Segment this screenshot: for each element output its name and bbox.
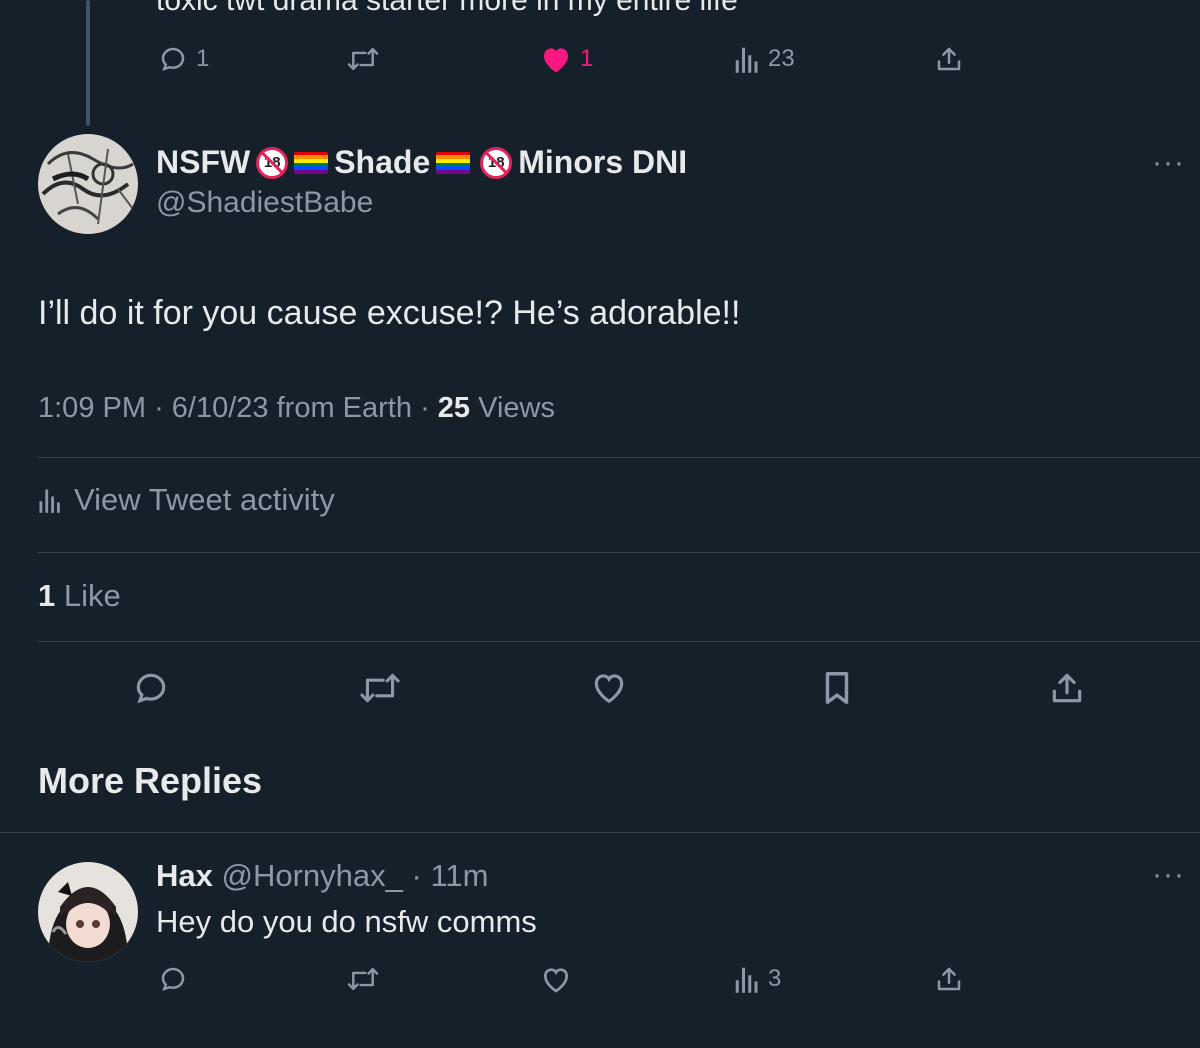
rainbow-flag-icon: [294, 151, 329, 174]
likes-label: Like: [63, 578, 121, 613]
divider: [38, 552, 1200, 553]
reply-text: Hey do you do nsfw comms: [156, 904, 537, 939]
view-tweet-activity-label: View Tweet activity: [74, 482, 335, 517]
more-icon[interactable]: ···: [1152, 858, 1185, 892]
author-handle[interactable]: @ShadiestBabe: [156, 186, 373, 220]
tweet-source: from Earth: [276, 392, 412, 424]
share-icon: [937, 967, 961, 991]
retweet-icon: [347, 48, 379, 70]
reply-separator: ·: [411, 858, 422, 893]
adult-content-icon: 18: [480, 146, 513, 179]
tweet-date[interactable]: 6/10/23: [172, 392, 269, 424]
bookmark-button[interactable]: [820, 669, 854, 707]
views-icon: [735, 967, 758, 993]
reply-views-button[interactable]: 3: [734, 964, 781, 994]
reply-reply-button[interactable]: [158, 964, 188, 994]
tweet-meta: 1:09 PM · 6/10/23 from Earth · 25 Views: [38, 392, 555, 425]
reply-icon: [136, 673, 166, 704]
previous-retweet-button[interactable]: [346, 44, 380, 74]
retweet-button[interactable]: [358, 669, 402, 707]
views-icon: [735, 47, 758, 73]
tweet-views-count: 25: [437, 392, 471, 424]
more-icon[interactable]: ···: [1152, 146, 1185, 180]
previous-like-count: 1: [580, 45, 594, 72]
likes-count: 1: [38, 578, 56, 613]
reply-header: Hax @Hornyhax_ · 11m: [156, 858, 488, 894]
reply-author-name[interactable]: Hax: [156, 858, 213, 893]
previous-reply-count: 1: [196, 45, 210, 72]
like-button[interactable]: [590, 669, 628, 705]
author-avatar[interactable]: [38, 134, 138, 234]
share-button[interactable]: [1048, 669, 1086, 707]
previous-tweet-text: toxic twt drama starter more in my entir…: [156, 0, 738, 17]
rainbow-flag-icon: [436, 151, 471, 174]
author-name-part-2: Shade: [334, 144, 431, 180]
divider: [38, 641, 1200, 642]
reply-author-avatar[interactable]: [38, 862, 138, 962]
author-name-part-1: NSFW: [156, 144, 251, 180]
tweet-text: I’ll do it for you cause excuse!? He’s a…: [38, 294, 741, 332]
reply-avatar-image: [38, 862, 138, 962]
reply-time[interactable]: 11m: [430, 858, 488, 893]
retweet-icon: [347, 968, 379, 990]
meta-separator: ·: [420, 392, 430, 424]
reply-share-button[interactable]: [934, 964, 964, 994]
author-name-part-3: Minors DNI: [518, 144, 688, 180]
tweet-time[interactable]: 1:09 PM: [38, 392, 146, 424]
reply-author-handle[interactable]: @Hornyhax_: [222, 858, 403, 893]
reply-icon: [161, 47, 185, 71]
previous-like-button[interactable]: 1: [540, 44, 593, 74]
likes-summary[interactable]: 1 Like: [38, 578, 121, 614]
author-name[interactable]: NSFW 18 Shade 18 Minors DNI: [156, 144, 687, 181]
heart-icon: [594, 674, 624, 704]
adult-content-icon: 18: [256, 146, 289, 179]
reply-like-button[interactable]: [540, 964, 572, 994]
view-tweet-activity-link[interactable]: View Tweet activity: [38, 482, 335, 518]
author-avatar-image: [38, 134, 138, 234]
retweet-icon: [360, 673, 400, 703]
divider: [0, 832, 1200, 833]
share-icon: [937, 47, 961, 71]
reply-view-count: 3: [768, 965, 782, 992]
reply-retweet-button[interactable]: [346, 964, 380, 994]
reply-icon: [161, 967, 185, 991]
reply-button[interactable]: [132, 669, 170, 707]
previous-reply-button[interactable]: 1: [158, 44, 209, 74]
views-icon: [39, 489, 60, 513]
share-icon: [1052, 673, 1082, 703]
more-replies-heading: More Replies: [38, 760, 263, 801]
tweet-views-label: Views: [478, 392, 555, 424]
heart-filled-icon: [544, 48, 568, 73]
previous-views-button[interactable]: 23: [734, 44, 795, 74]
bookmark-icon: [825, 672, 849, 704]
previous-view-count: 23: [768, 45, 795, 72]
divider: [38, 457, 1200, 458]
heart-icon: [543, 968, 569, 993]
thread-connector-line: [86, 0, 90, 126]
meta-separator: ·: [154, 392, 164, 424]
previous-share-button[interactable]: [934, 44, 964, 74]
